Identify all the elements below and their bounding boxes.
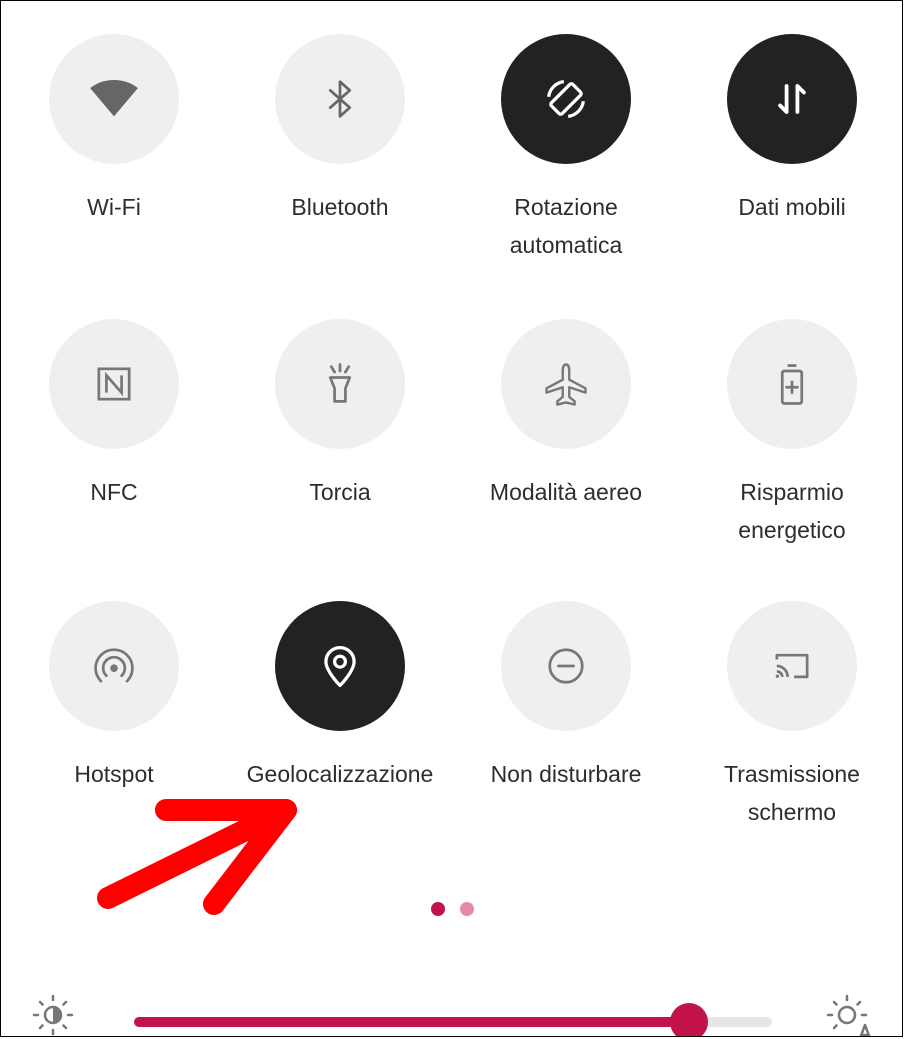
tile-do-not-disturb[interactable]: Non disturbare — [453, 601, 679, 861]
tile-do-not-disturb-circle[interactable] — [501, 601, 631, 731]
tile-airplane-circle[interactable] — [501, 319, 631, 449]
location-icon — [324, 646, 356, 688]
tile-battery-saver[interactable]: Risparmio energetico — [679, 319, 902, 579]
quick-settings-panel: Wi-Fi Bluetooth Rotazione automatica Dat… — [0, 0, 903, 1037]
tile-wifi-circle[interactable] — [49, 34, 179, 164]
tile-mobile-data[interactable]: Dati mobili — [679, 34, 902, 294]
tile-hotspot-circle[interactable] — [49, 601, 179, 731]
cast-icon — [775, 653, 809, 679]
do-not-disturb-icon — [548, 648, 584, 684]
airplane-icon — [545, 363, 587, 406]
tile-nfc-circle[interactable] — [49, 319, 179, 449]
tile-auto-rotate[interactable]: Rotazione automatica — [453, 34, 679, 294]
bluetooth-icon — [328, 80, 352, 118]
tile-label: Non disturbare — [490, 761, 642, 787]
wifi-icon — [90, 80, 138, 117]
tile-bluetooth-circle[interactable] — [275, 34, 405, 164]
tile-cast[interactable]: Trasmissione schermo — [679, 601, 902, 861]
tile-mobile-data-circle[interactable] — [727, 34, 857, 164]
flashlight-icon — [328, 363, 352, 403]
tile-cast-circle[interactable] — [727, 601, 857, 731]
tile-bluetooth[interactable]: Bluetooth — [227, 34, 453, 294]
tile-wifi[interactable]: Wi-Fi — [1, 34, 227, 294]
tile-label: Trasmissione schermo — [724, 761, 860, 825]
tile-flashlight[interactable]: Torcia — [227, 319, 453, 579]
battery-saver-icon — [780, 364, 804, 405]
red-arrow-icon — [97, 799, 297, 915]
nfc-icon — [97, 367, 131, 401]
auto-brightness-icon[interactable] — [823, 991, 877, 1037]
hotspot-icon — [94, 648, 134, 683]
tile-label: Dati mobili — [738, 194, 846, 220]
tile-label: Geolocalizzazione — [246, 761, 434, 787]
tile-label: Torcia — [309, 479, 371, 505]
brightness-row — [1, 991, 902, 1037]
auto-rotate-icon — [547, 80, 585, 118]
tile-nfc[interactable]: NFC — [1, 319, 227, 579]
brightness-slider[interactable] — [134, 1003, 772, 1036]
tile-auto-rotate-circle[interactable] — [501, 34, 631, 164]
page-dot-active[interactable] — [431, 902, 446, 916]
tile-battery-saver-circle[interactable] — [727, 319, 857, 449]
tile-label: Bluetooth — [291, 194, 389, 220]
mobile-data-icon — [778, 84, 806, 114]
tile-location-circle[interactable] — [275, 601, 405, 731]
page-indicator — [1, 902, 902, 921]
tile-label: Wi-Fi — [87, 194, 141, 220]
tile-label: Risparmio energetico — [738, 479, 846, 543]
tile-flashlight-circle[interactable] — [275, 319, 405, 449]
tile-label: Rotazione automatica — [509, 194, 623, 258]
tile-airplane[interactable]: Modalità aereo — [453, 319, 679, 579]
tile-label: Hotspot — [74, 761, 154, 787]
brightness-icon — [32, 994, 74, 1036]
brightness-slider-fill — [134, 1017, 690, 1027]
brightness-slider-thumb[interactable] — [670, 1003, 709, 1036]
page-dot[interactable] — [459, 902, 474, 916]
tile-label: NFC — [90, 479, 138, 505]
tile-label: Modalità aereo — [489, 479, 643, 505]
